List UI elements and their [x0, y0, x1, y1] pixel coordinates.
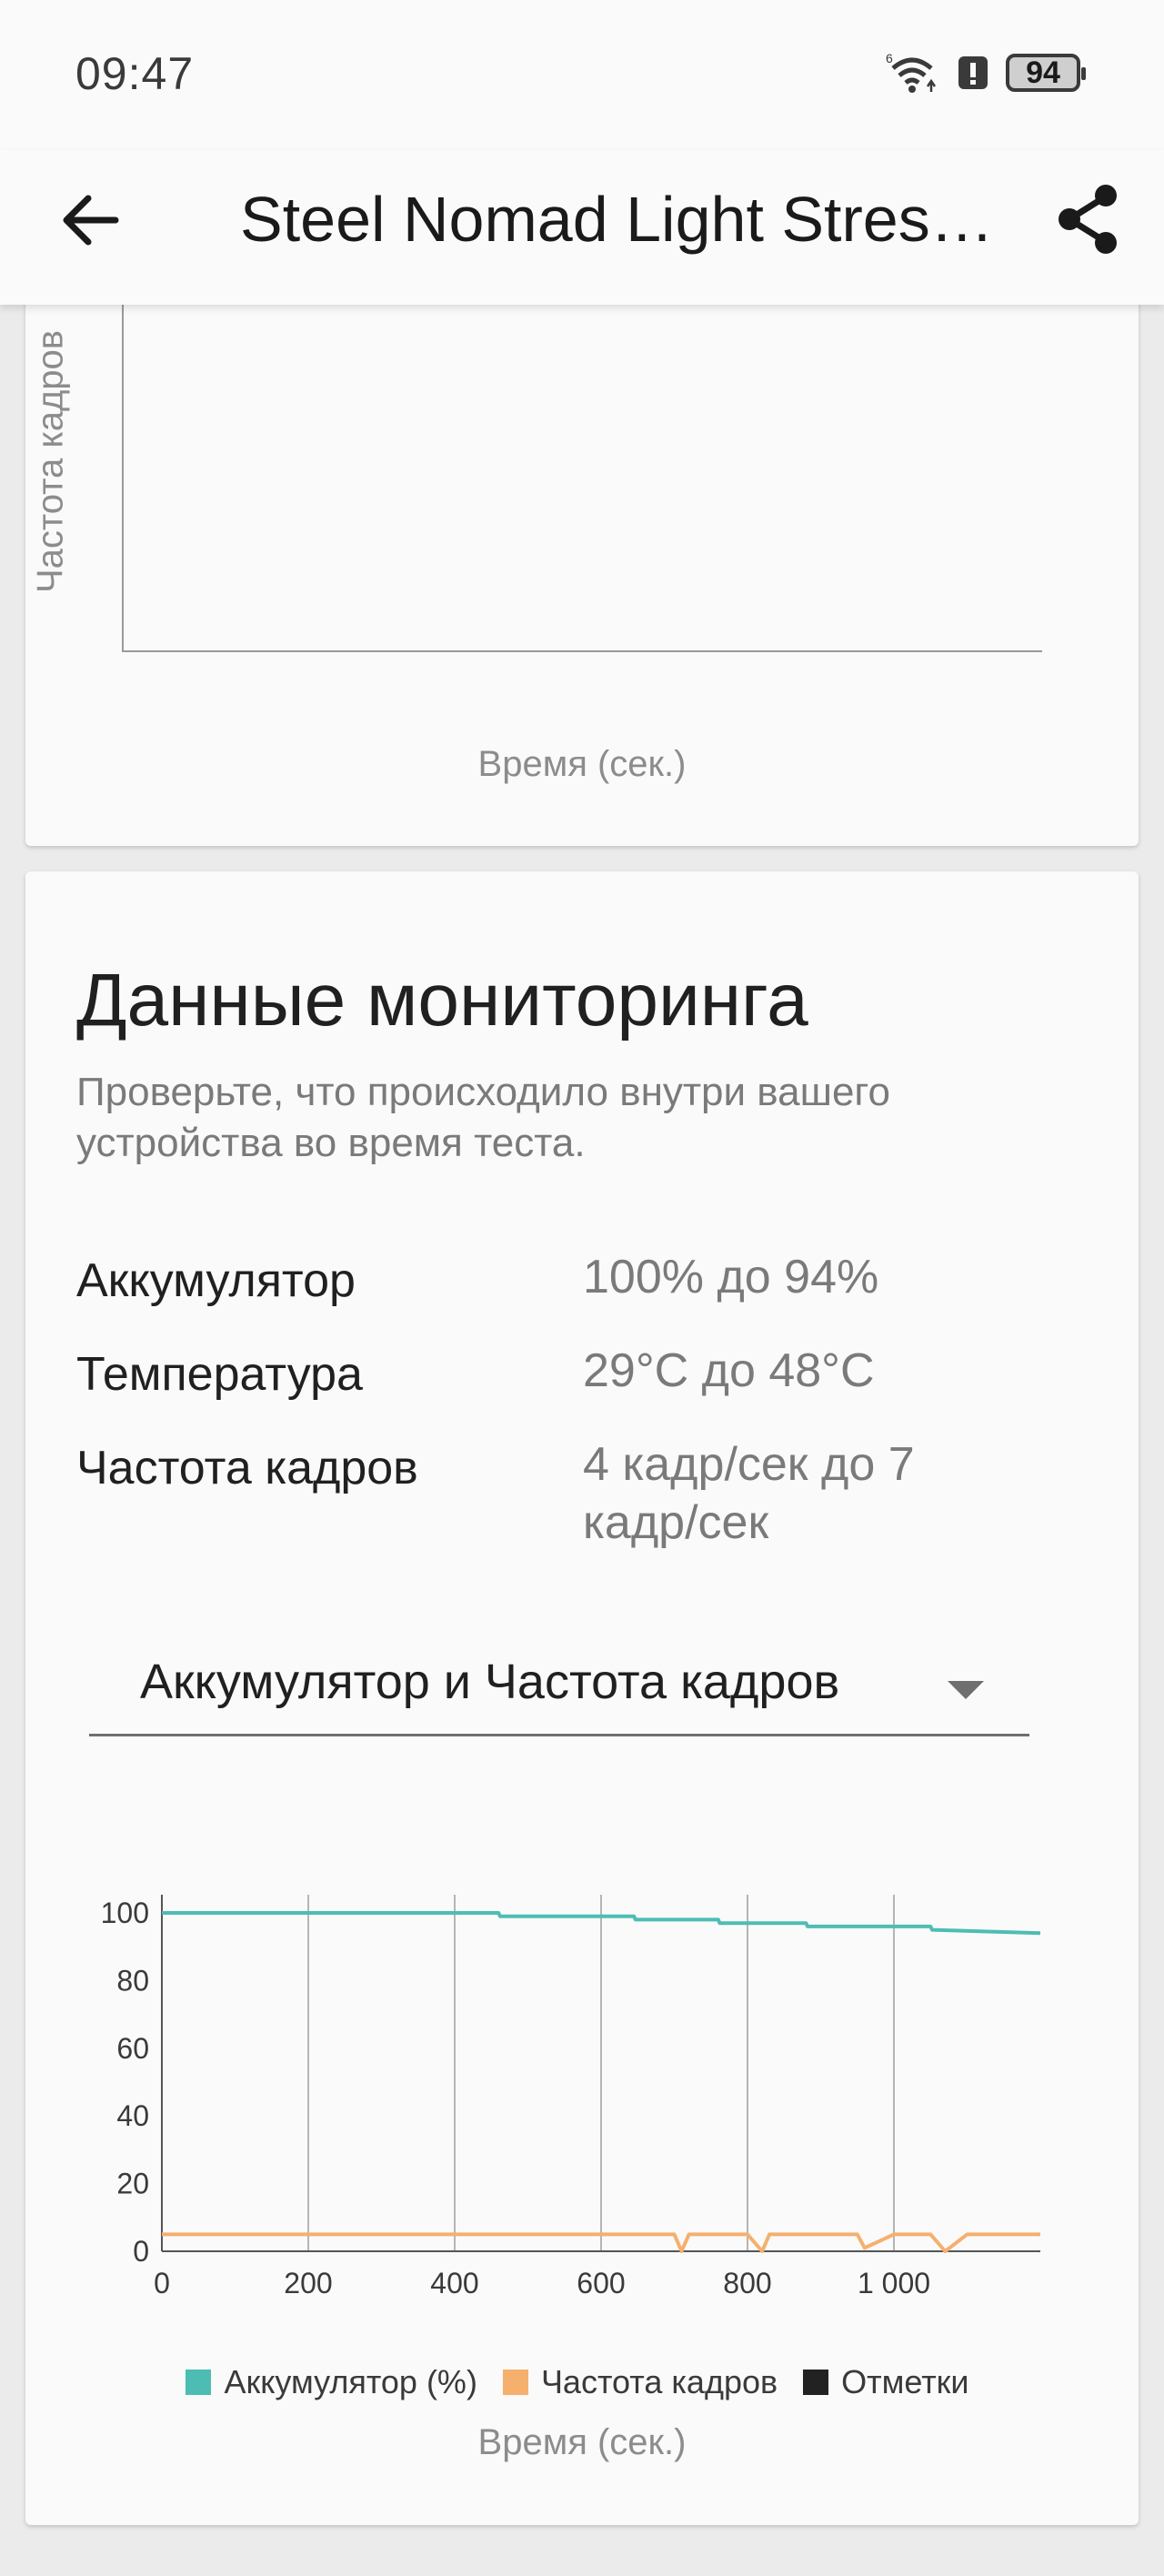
x-tick-label: 600	[577, 2267, 625, 2299]
legend-item-battery: Аккумулятор (%)	[186, 2363, 477, 2401]
monitoring-subtitle: Проверьте, что происходило внутри вашего…	[76, 1070, 890, 1165]
stat-label-fps: Частота кадров	[76, 1442, 418, 1494]
y-tick-label: 40	[116, 2099, 149, 2132]
legend-item-fps: Частота кадров	[502, 2363, 778, 2401]
dropdown-selected-value: Аккумулятор и Частота кадров	[140, 1655, 840, 1709]
status-time: 09:47	[75, 48, 195, 99]
legend-swatch-fps	[502, 2370, 528, 2395]
legend-label-fps: Частота кадров	[540, 2363, 778, 2400]
share-icon	[1059, 185, 1117, 254]
chart-x-axis-label: Время (сек.)	[477, 2422, 687, 2462]
x-tick-label: 200	[284, 2267, 332, 2299]
chart-legend: Аккумулятор (%) Частота кадров Отметки	[25, 2363, 1139, 2401]
legend-label-battery: Аккумулятор (%)	[224, 2363, 477, 2400]
x-axis-label: Время (сек.)	[477, 744, 687, 784]
share-button[interactable]	[1046, 177, 1129, 261]
battery-fps-chart: 0 200 400 600 800 1 000 0 20 40 60 80 100	[101, 1895, 1041, 2299]
status-bar: 09:47 6 94	[0, 0, 1164, 150]
legend-label-marks: Отметки	[841, 2363, 969, 2400]
stat-value-fps: 4 кадр/сек до 7 кадр/сек	[583, 1438, 915, 1549]
legend-swatch-marks	[803, 2370, 829, 2395]
stat-label-temperature: Температура	[76, 1348, 363, 1401]
y-tick-label: 60	[116, 2032, 149, 2065]
y-tick-label: 0	[133, 2235, 149, 2268]
y-axis-label: Частота кадров	[30, 329, 71, 594]
legend-swatch-battery	[186, 2370, 212, 2395]
wifi-icon: 6	[886, 51, 937, 93]
battery-icon: 94	[1006, 54, 1086, 92]
back-button[interactable]	[53, 183, 127, 257]
y-tick-label: 80	[116, 1964, 149, 1997]
stat-value-battery: 100% до 94%	[583, 1251, 879, 1303]
x-tick-label: 800	[723, 2267, 771, 2299]
monitoring-card: Данные мониторинга Проверьте, что происх…	[25, 871, 1139, 2525]
x-tick-label: 1 000	[858, 2267, 930, 2299]
stat-value-temperature: 29°C до 48°C	[583, 1344, 875, 1397]
stat-label-battery: Аккумулятор	[76, 1254, 356, 1307]
legend-item-marks: Отметки	[803, 2363, 969, 2401]
chart-select-dropdown[interactable]: Аккумулятор и Частота кадров	[89, 1645, 1029, 1736]
x-tick-label: 0	[154, 2267, 170, 2299]
y-tick-label: 20	[116, 2168, 149, 2200]
monitoring-title: Данные мониторинга	[76, 959, 808, 1041]
fps-chart-card: Частота кадров Время (сек.)	[25, 273, 1139, 846]
alert-icon	[958, 56, 988, 89]
page-title: Steel Nomad Light Stres…	[240, 184, 994, 255]
y-tick-label: 100	[101, 1897, 149, 1929]
chevron-down-icon	[948, 1681, 984, 1699]
app-toolbar: Steel Nomad Light Stres…	[0, 150, 1164, 305]
battery-level: 94	[1026, 55, 1060, 90]
svg-text:6: 6	[886, 51, 893, 65]
status-icons: 6 94	[884, 47, 1086, 98]
x-tick-label: 400	[430, 2267, 478, 2299]
arrow-left-icon	[63, 195, 119, 246]
empty-plot-area	[122, 300, 1042, 652]
